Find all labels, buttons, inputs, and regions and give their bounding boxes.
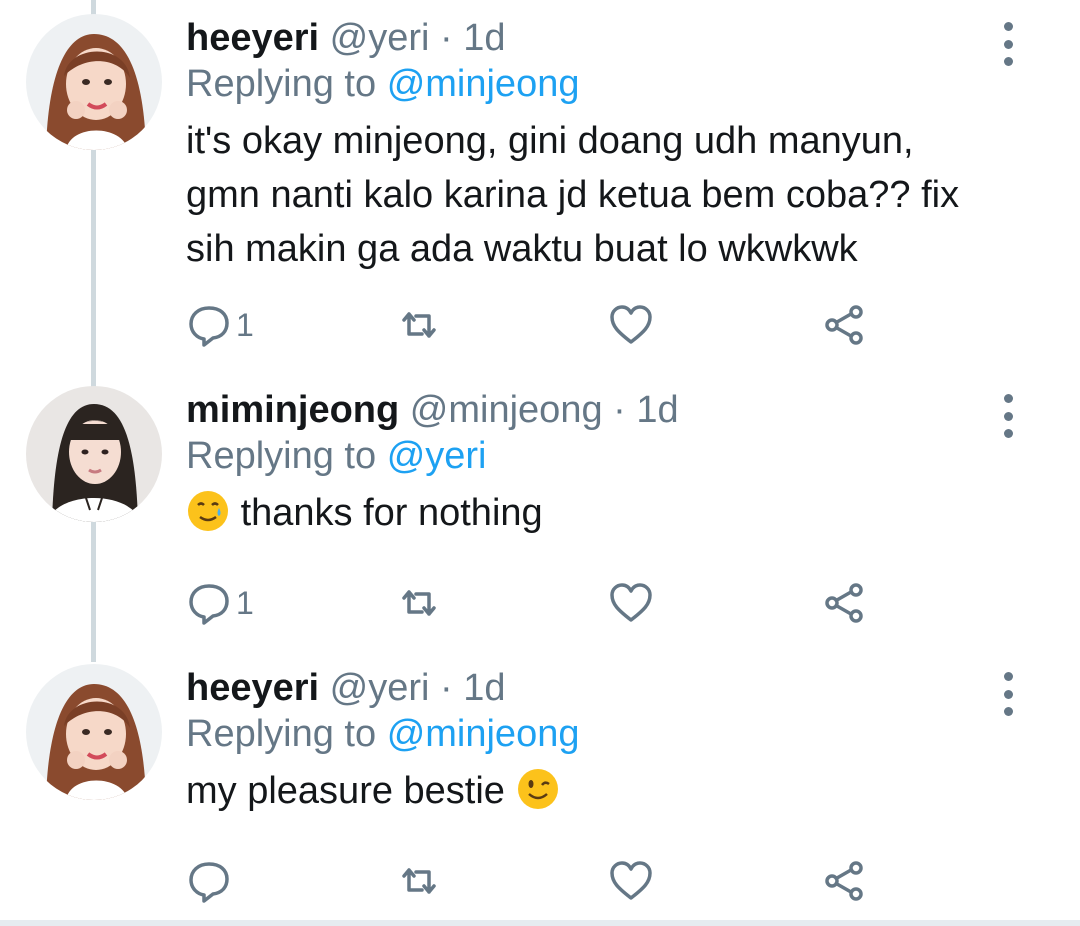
separator-dot: · xyxy=(440,667,453,709)
like-button[interactable] xyxy=(608,300,654,350)
tweet[interactable]: heeyeri @yeri · 1d Replying to @minjeong… xyxy=(0,14,1080,354)
more-options-icon[interactable] xyxy=(996,672,1020,716)
reply-button[interactable] xyxy=(186,856,236,906)
avatar-miminjeong-image xyxy=(26,386,162,522)
reply-button[interactable]: 1 xyxy=(186,578,254,628)
mention-link[interactable]: @minjeong xyxy=(387,63,580,105)
reply-icon xyxy=(189,306,229,347)
reply-count: 1 xyxy=(236,306,254,343)
like-icon xyxy=(610,583,652,622)
retweet-button[interactable] xyxy=(396,856,442,906)
tweet[interactable]: heeyeri @yeri · 1d Replying to @minjeong… xyxy=(0,664,1080,914)
retweet-icon xyxy=(402,312,436,338)
tweet-header: heeyeri @yeri · 1d xyxy=(186,666,506,710)
smiling-face-with-tear-emoji xyxy=(188,491,228,531)
mention-link[interactable]: @minjeong xyxy=(387,713,580,755)
share-button[interactable] xyxy=(822,856,868,906)
replying-to: Replying to @minjeong xyxy=(186,712,579,756)
reply-count: 1 xyxy=(236,584,254,621)
mention-link[interactable]: @yeri xyxy=(387,435,487,477)
retweet-button[interactable] xyxy=(396,578,442,628)
tweet-header: miminjeong @minjeong · 1d xyxy=(186,388,679,432)
avatar-heeyeri-image xyxy=(26,14,162,150)
replying-to-prefix: Replying to xyxy=(186,435,377,477)
replying-to: Replying to @minjeong xyxy=(186,62,579,106)
tweet-actions: 1 xyxy=(186,300,886,350)
winking-face-emoji xyxy=(517,769,558,809)
tweet-actions: 1 xyxy=(186,578,886,628)
display-name[interactable]: heeyeri xyxy=(186,667,319,709)
separator-dot: · xyxy=(613,389,626,431)
share-icon xyxy=(825,583,863,623)
reply-icon xyxy=(189,862,229,903)
share-button[interactable] xyxy=(822,300,868,350)
like-icon xyxy=(610,305,652,344)
tweet-text-container: thanks for nothing xyxy=(186,486,543,540)
more-options-icon[interactable] xyxy=(996,394,1020,438)
user-handle[interactable]: @yeri xyxy=(330,667,430,709)
replying-to-prefix: Replying to xyxy=(186,713,377,755)
tweet-text: thanks for nothing xyxy=(240,492,543,534)
replying-to: Replying to @yeri xyxy=(186,434,487,478)
reply-button[interactable]: 1 xyxy=(186,300,254,350)
retweet-icon xyxy=(402,590,436,616)
avatar[interactable] xyxy=(26,664,162,800)
tweet-actions xyxy=(186,856,886,906)
replying-to-prefix: Replying to xyxy=(186,63,377,105)
tweet-text: my pleasure bestie xyxy=(186,770,505,812)
tweet-text: it's okay minjeong, gini doang udh manyu… xyxy=(186,120,960,270)
display-name[interactable]: miminjeong xyxy=(186,389,399,431)
divider xyxy=(0,920,1080,926)
avatar-heeyeri-image xyxy=(26,664,162,800)
share-button[interactable] xyxy=(822,578,868,628)
share-icon xyxy=(825,305,863,345)
user-handle[interactable]: @yeri xyxy=(330,17,430,59)
retweet-icon xyxy=(402,868,436,894)
tweet-header: heeyeri @yeri · 1d xyxy=(186,16,506,60)
display-name[interactable]: heeyeri xyxy=(186,17,319,59)
like-button[interactable] xyxy=(608,856,654,906)
timestamp[interactable]: 1d xyxy=(463,667,505,709)
like-button[interactable] xyxy=(608,578,654,628)
timestamp[interactable]: 1d xyxy=(636,389,678,431)
reply-icon xyxy=(189,584,229,625)
retweet-button[interactable] xyxy=(396,300,442,350)
separator-dot: · xyxy=(440,17,453,59)
share-icon xyxy=(825,861,863,901)
avatar[interactable] xyxy=(26,14,162,150)
like-icon xyxy=(610,861,652,900)
avatar[interactable] xyxy=(26,386,162,522)
user-handle[interactable]: @minjeong xyxy=(410,389,603,431)
tweet-text-container: my pleasure bestie xyxy=(186,764,560,818)
more-options-icon[interactable] xyxy=(996,22,1020,66)
timestamp[interactable]: 1d xyxy=(463,17,505,59)
tweet[interactable]: miminjeong @minjeong · 1d Replying to @y… xyxy=(0,386,1080,636)
